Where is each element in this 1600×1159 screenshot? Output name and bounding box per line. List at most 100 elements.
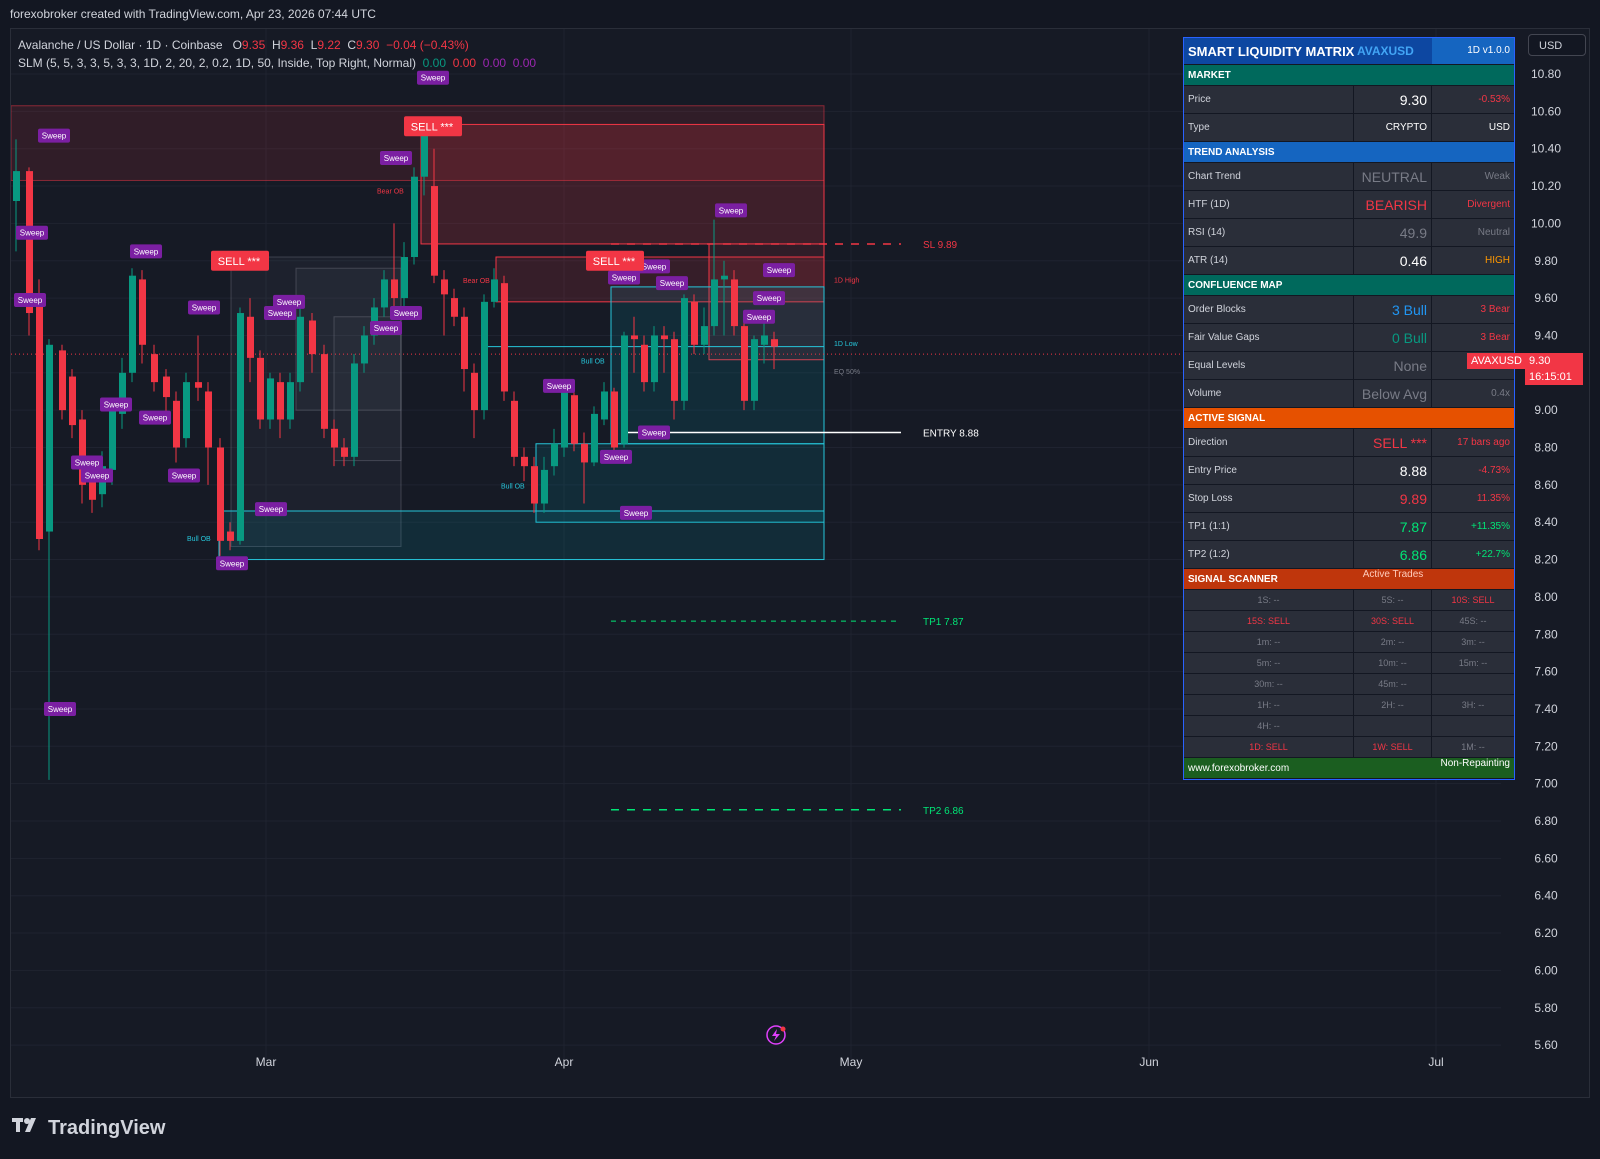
fvg-bear: 3 Bear xyxy=(1480,332,1510,343)
sweep-marker-label: Sweep xyxy=(172,472,197,481)
candle-body xyxy=(26,171,33,314)
eq-label: EQ 50% xyxy=(834,369,860,376)
candle-body xyxy=(173,400,180,448)
table-row: Equal Levels None xyxy=(1184,352,1514,380)
scanner-row: 30m: -- 45m: -- xyxy=(1184,674,1514,695)
candle-body xyxy=(711,279,718,327)
bull-ob-label: Bull OB xyxy=(501,484,525,491)
lightning-icon xyxy=(766,1025,786,1045)
candle-body xyxy=(287,382,294,420)
indicator-name[interactable]: SLM (5, 5, 3, 3, 5, 3, 3, 1D, 2, 20, 2, … xyxy=(18,56,416,70)
table-row: Type CRYPTO USD xyxy=(1184,114,1514,142)
sell-signal-text: SELL *** xyxy=(411,121,454,133)
section-confluence: CONFLUENCE MAP xyxy=(1184,275,1514,296)
table-row: TP1 (1:1) 7.87 +11.35% xyxy=(1184,513,1514,541)
indicator-value-1: 0.00 xyxy=(422,56,447,70)
open-value: 9.35 xyxy=(241,38,266,52)
row-label: Chart Trend xyxy=(1184,163,1354,190)
candle-body xyxy=(681,298,688,401)
table-row: TP2 (1:2) 6.86 +22.7% xyxy=(1184,541,1514,569)
sweep-marker-label: Sweep xyxy=(604,453,629,462)
bull-order-block xyxy=(218,510,825,561)
empty-cell xyxy=(1354,758,1432,778)
scanner-cell: 1S: -- xyxy=(1184,590,1354,610)
sweep-marker-label: Sweep xyxy=(192,303,217,312)
high-value: 9.36 xyxy=(280,38,304,52)
candle-body xyxy=(581,443,588,463)
tradingview-logo-icon xyxy=(12,1116,42,1140)
price-axis-label: 7.60 xyxy=(1534,665,1558,679)
candle-body xyxy=(381,279,388,308)
candle-body xyxy=(751,339,758,401)
row-label: Fair Value Gaps xyxy=(1184,324,1354,351)
currency-value: USD xyxy=(1488,122,1510,133)
candle-body xyxy=(411,176,418,258)
candle-body xyxy=(277,382,284,420)
low-value: 9.22 xyxy=(317,38,341,52)
table-row: Chart Trend NEUTRAL Weak xyxy=(1184,163,1514,191)
candle-body xyxy=(541,469,548,504)
candle-body xyxy=(741,326,748,401)
last-price-symbol-tag: AVAXUSD xyxy=(1467,353,1526,369)
sweep-marker-label: Sweep xyxy=(134,247,159,256)
site-url[interactable]: www.forexobroker.com xyxy=(1184,763,1354,774)
price-axis-label: 10.60 xyxy=(1531,104,1561,118)
ohlc-line: Avalanche / US Dollar · 1D · Coinbase O9… xyxy=(18,36,536,54)
candle-body xyxy=(247,316,254,358)
price-axis-label: 9.60 xyxy=(1534,291,1558,305)
scanner-cell: 1H: -- xyxy=(1184,695,1354,715)
section-label: ACTIVE SIGNAL xyxy=(1188,412,1266,424)
price-value: 9.30 xyxy=(1354,86,1432,113)
candle-body xyxy=(551,443,558,467)
bear-ob-label: Bear OB xyxy=(377,189,404,196)
row-label: Price xyxy=(1184,86,1354,113)
entry-value: 8.88 xyxy=(1354,457,1432,484)
candle-body xyxy=(217,447,224,541)
equal-levels-value: None xyxy=(1354,352,1432,379)
row-label: Volume xyxy=(1184,380,1354,407)
section-label: CONFLUENCE MAP xyxy=(1188,279,1283,291)
tradingview-logo-text: TradingView xyxy=(48,1116,166,1139)
price-axis-label: 7.00 xyxy=(1534,777,1558,791)
candle-body xyxy=(69,376,76,426)
symbol-description[interactable]: Avalanche / US Dollar · 1D · Coinbase xyxy=(18,38,223,52)
entry-change: -4.73% xyxy=(1478,465,1510,476)
table-row: Order Blocks 3 Bull 3 Bear xyxy=(1184,296,1514,324)
bull-ob-label: Bull OB xyxy=(187,536,211,543)
table-header: SMART LIQUIDITY MATRIX AVAXUSD 1D v1.0.0 xyxy=(1184,38,1514,65)
sweep-marker-label: Sweep xyxy=(767,266,792,275)
scanner-cell: 30S: SELL xyxy=(1354,611,1432,631)
candle-body xyxy=(771,339,778,347)
fvg-value: 0 Bull xyxy=(1354,324,1432,351)
price-axis-label: 5.80 xyxy=(1534,1001,1558,1015)
table-row: Volume Below Avg 0.4x xyxy=(1184,380,1514,408)
candle-body xyxy=(531,466,538,504)
currency-button[interactable]: USD xyxy=(1528,34,1586,56)
price-axis-label: 6.80 xyxy=(1534,814,1558,828)
price-axis-label: 5.60 xyxy=(1534,1038,1558,1052)
candle-body xyxy=(151,354,158,383)
price-axis-label: 8.80 xyxy=(1534,441,1558,455)
price-axis-label: 10.00 xyxy=(1531,216,1561,230)
scanner-cell: 15m: -- xyxy=(1458,658,1488,668)
tradingview-logo[interactable]: TradingView xyxy=(12,1116,165,1140)
bull-ob-label: Bull OB xyxy=(581,358,605,365)
lightning-icon-bolt xyxy=(772,1029,780,1041)
htf-value: BEARISH xyxy=(1354,191,1432,218)
scanner-row: 1D: SELL 1W: SELL 1M: -- xyxy=(1184,737,1514,758)
daily-low-label: 1D Low xyxy=(834,341,859,348)
candle-body xyxy=(591,413,598,463)
scanner-grid: 1S: -- 5S: -- 10S: SELL 15S: SELL 30S: SELL 4… xyxy=(1184,590,1514,758)
scanner-cell: 2H: -- xyxy=(1354,695,1432,715)
open-label: O xyxy=(232,38,242,52)
section-label: TREND ANALYSIS xyxy=(1188,146,1275,158)
table-row: HTF (1D) BEARISH Divergent xyxy=(1184,191,1514,219)
section-label: MARKET xyxy=(1188,69,1231,81)
high-label: H xyxy=(271,38,281,52)
price-axis-label: 6.00 xyxy=(1534,963,1558,977)
candle-body xyxy=(521,456,528,467)
sweep-marker-label: Sweep xyxy=(42,132,67,141)
row-label: Stop Loss xyxy=(1184,485,1354,512)
sweep-marker-label: Sweep xyxy=(75,458,100,467)
sweep-marker-label: Sweep xyxy=(624,509,649,518)
